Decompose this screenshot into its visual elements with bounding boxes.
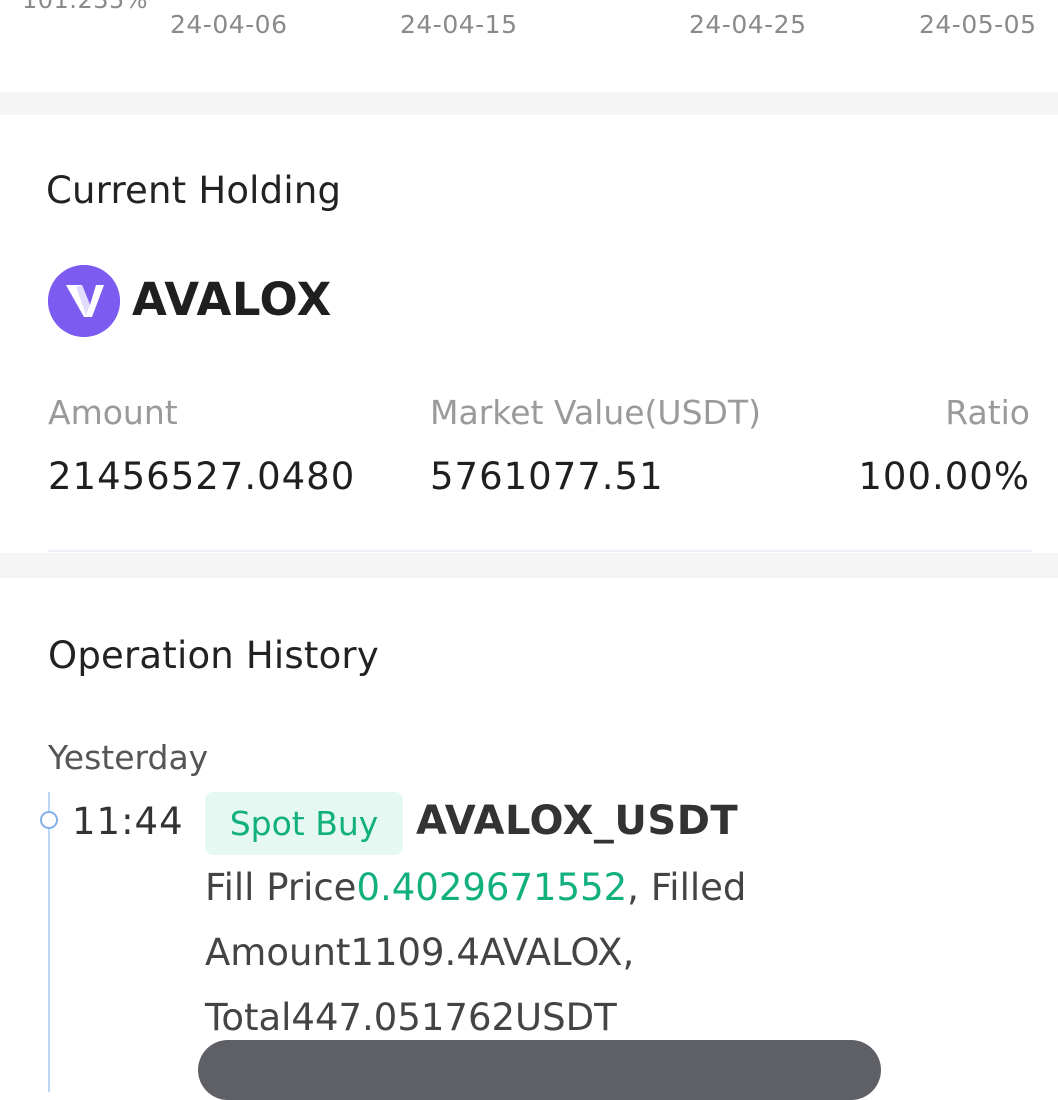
- fill-price-line: Fill Price0.4029671552, Filled: [205, 866, 746, 909]
- avalox-coin-icon: [48, 265, 120, 337]
- trading-pair: AVALOX_USDT: [416, 798, 739, 844]
- amount-label: Amount: [48, 393, 178, 432]
- y-axis-label-cropped: 101.235%: [22, 0, 149, 14]
- total-line: Total447.051762USDT: [205, 996, 617, 1039]
- ratio-value: 100.00%: [858, 455, 1030, 498]
- fill-price-value: 0.4029671552: [356, 866, 628, 909]
- coin-name: AVALOX: [132, 273, 332, 326]
- x-axis-tick: 24-04-06: [170, 10, 288, 39]
- market-value-value: 5761077.51: [430, 455, 664, 498]
- section-separator: [0, 92, 1058, 115]
- fill-price-label: Fill Price: [205, 866, 357, 909]
- ratio-label: Ratio: [945, 393, 1030, 432]
- x-axis-tick: 24-05-05: [919, 10, 1037, 39]
- x-axis-tick: 24-04-25: [689, 10, 807, 39]
- bottom-floating-bar[interactable]: [198, 1040, 881, 1100]
- amount-value: 21456527.0480: [48, 455, 356, 498]
- section-separator: [0, 553, 1058, 578]
- filled-amount-line: Amount1109.4AVALOX,: [205, 931, 635, 974]
- x-axis-tick: 24-04-15: [400, 10, 518, 39]
- chart-axis-strip: 101.235% 24-04-06 24-04-15 24-04-25 24-0…: [0, 0, 1058, 92]
- spot-buy-badge: Spot Buy: [205, 792, 403, 855]
- history-date-label: Yesterday: [48, 738, 209, 777]
- timeline-dot-icon: [40, 811, 58, 829]
- market-value-label: Market Value(USDT): [430, 393, 761, 432]
- filled-separator: , Filled: [627, 866, 747, 909]
- current-holding-section: Current Holding AVALOX Amount Market Val…: [0, 115, 1058, 553]
- timeline-line: [48, 792, 50, 1092]
- operation-history-title: Operation History: [48, 634, 379, 677]
- current-holding-title: Current Holding: [46, 169, 342, 212]
- operation-history-section: Operation History Yesterday 11:44 Spot B…: [0, 578, 1058, 1092]
- divider: [48, 550, 1032, 552]
- entry-time: 11:44: [72, 800, 184, 843]
